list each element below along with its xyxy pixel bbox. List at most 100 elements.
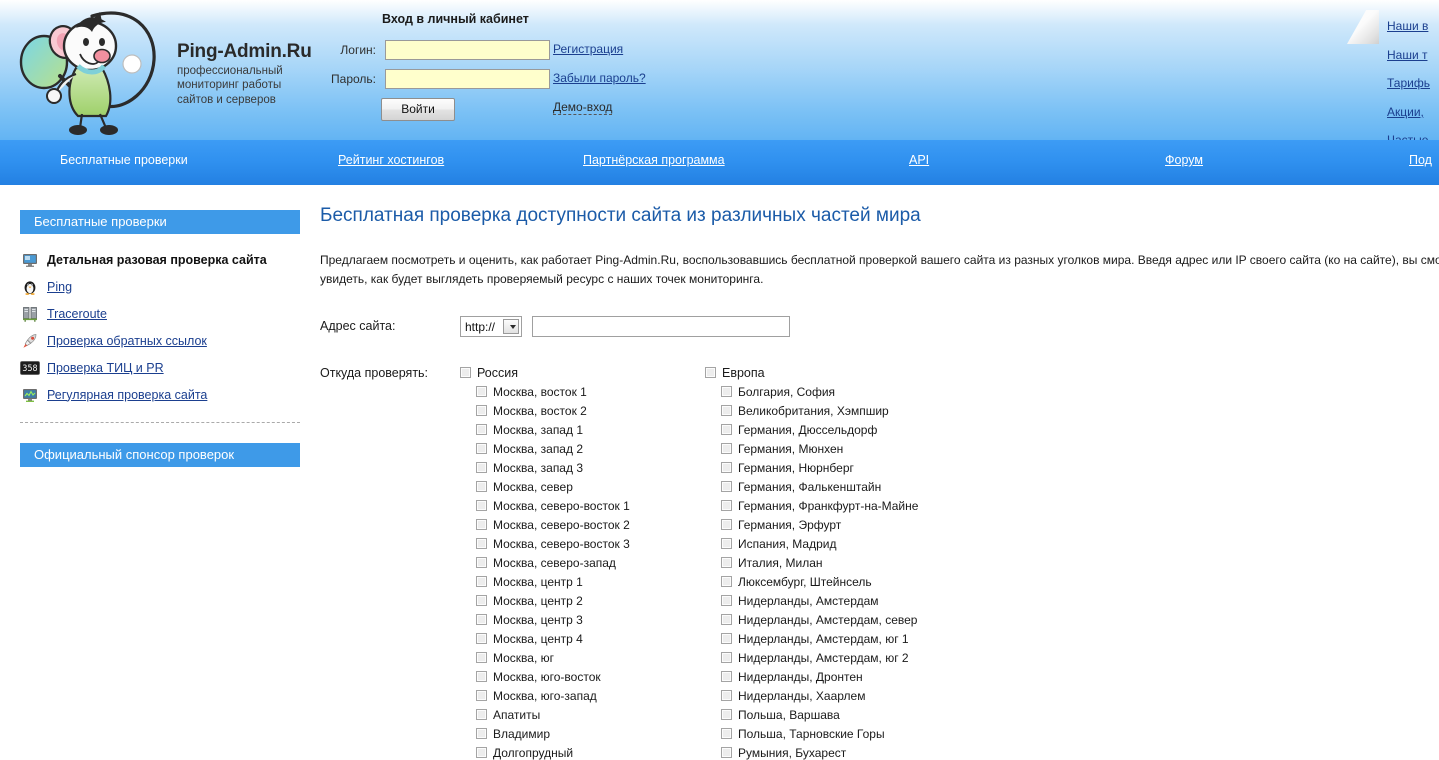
list-item[interactable]: Москва, юго-запад [476,686,705,705]
location-checkbox[interactable] [721,652,732,663]
nav-item-free-checks[interactable]: Бесплатные проверки [60,153,188,167]
sidebar-item-tic-pr[interactable]: 358 Проверка ТИЦ и PR [20,354,300,381]
demo-login-link[interactable]: Демо-вход [553,100,612,115]
list-item[interactable]: Германия, Эрфурт [721,515,1005,534]
location-checkbox[interactable] [476,709,487,720]
nav-item-forum[interactable]: Форум [1165,153,1203,167]
location-checkbox[interactable] [721,500,732,511]
list-item[interactable]: Германия, Фалькенштайн [721,477,1005,496]
list-item[interactable]: Италия, Милан [721,553,1005,572]
nav-label-forum[interactable]: Форум [1165,153,1203,167]
location-checkbox[interactable] [476,386,487,397]
location-checkbox[interactable] [721,633,732,644]
top-right-link-0[interactable]: Наши в [1387,12,1430,41]
sidebar-item-ping[interactable]: Ping [20,273,300,300]
list-item[interactable]: Румыния, Бухарест [721,743,1005,760]
location-checkbox[interactable] [721,424,732,435]
list-item[interactable]: Германия, Нюрнберг [721,458,1005,477]
location-checkbox[interactable] [721,557,732,568]
address-input[interactable] [532,316,790,337]
list-item[interactable]: Москва, запад 3 [476,458,705,477]
nav-item-hosting-rating[interactable]: Рейтинг хостингов [338,153,444,167]
nav-item-api[interactable]: API [909,153,929,167]
protocol-select[interactable]: http:// [460,316,522,337]
top-right-link-2[interactable]: Тарифь [1387,69,1430,98]
location-checkbox[interactable] [721,671,732,682]
sidebar-label-tic-pr[interactable]: Проверка ТИЦ и PR [47,361,164,375]
login-submit-button[interactable]: Войти [381,98,455,121]
list-item[interactable]: Москва, восток 2 [476,401,705,420]
list-item[interactable]: Москва, запад 1 [476,420,705,439]
list-item[interactable]: Москва, центр 4 [476,629,705,648]
list-item[interactable]: Нидерланды, Амстердам [721,591,1005,610]
list-item[interactable]: Москва, центр 3 [476,610,705,629]
list-item[interactable]: Болгария, София [721,382,1005,401]
list-item[interactable]: Нидерланды, Хаарлем [721,686,1005,705]
location-checkbox[interactable] [476,538,487,549]
list-item[interactable]: Москва, север [476,477,705,496]
list-item[interactable]: Москва, северо-восток 1 [476,496,705,515]
nav-label-connect[interactable]: Под [1409,153,1432,167]
list-item[interactable]: Москва, юг [476,648,705,667]
list-item[interactable]: Германия, Дюссельдорф [721,420,1005,439]
location-checkbox[interactable] [476,424,487,435]
location-checkbox[interactable] [721,595,732,606]
list-item[interactable]: Польша, Варшава [721,705,1005,724]
location-checkbox[interactable] [476,747,487,758]
list-item[interactable]: Польша, Тарновские Горы [721,724,1005,743]
sidebar-item-regular-check[interactable]: Регулярная проверка сайта [20,381,300,408]
list-item[interactable]: Москва, северо-запад [476,553,705,572]
location-checkbox[interactable] [721,386,732,397]
location-checkbox[interactable] [476,690,487,701]
location-checkbox[interactable] [476,443,487,454]
list-item[interactable]: Апатиты [476,705,705,724]
list-item[interactable]: Владимир [476,724,705,743]
location-checkbox[interactable] [476,595,487,606]
group-checkbox-europe[interactable] [705,367,716,378]
list-item[interactable]: Германия, Мюнхен [721,439,1005,458]
list-item[interactable]: Москва, северо-восток 2 [476,515,705,534]
sidebar-item-backlinks[interactable]: Проверка обратных ссылок [20,327,300,354]
sidebar-label-regular-check[interactable]: Регулярная проверка сайта [47,388,207,402]
list-item[interactable]: Нидерланды, Амстердам, юг 1 [721,629,1005,648]
location-checkbox[interactable] [476,405,487,416]
list-item[interactable]: Москва, запад 2 [476,439,705,458]
location-checkbox[interactable] [476,462,487,473]
nav-label-api[interactable]: API [909,153,929,167]
location-checkbox[interactable] [721,576,732,587]
location-checkbox[interactable] [476,633,487,644]
location-checkbox[interactable] [721,690,732,701]
list-item[interactable]: Москва, центр 1 [476,572,705,591]
location-checkbox[interactable] [721,747,732,758]
list-item[interactable]: Москва, юго-восток [476,667,705,686]
location-checkbox[interactable] [476,671,487,682]
group-header-europe[interactable]: Европа [705,363,1005,382]
location-checkbox[interactable] [721,443,732,454]
nav-label-partner-program[interactable]: Партнёрская программа [583,153,725,167]
location-checkbox[interactable] [476,728,487,739]
location-checkbox[interactable] [721,728,732,739]
login-input[interactable] [385,40,550,60]
list-item[interactable]: Нидерланды, Амстердам, север [721,610,1005,629]
sidebar-label-ping[interactable]: Ping [47,280,72,294]
location-checkbox[interactable] [476,557,487,568]
nav-item-connect[interactable]: Под [1409,153,1432,167]
nav-label-hosting-rating[interactable]: Рейтинг хостингов [338,153,444,167]
location-checkbox[interactable] [721,614,732,625]
top-right-link-1[interactable]: Наши т [1387,41,1430,70]
nav-item-partner-program[interactable]: Партнёрская программа [583,153,725,167]
group-header-russia[interactable]: Россия [460,363,705,382]
sidebar-item-traceroute[interactable]: Traceroute [20,300,300,327]
register-link[interactable]: Регистрация [553,42,623,56]
list-item[interactable]: Долгопрудный [476,743,705,760]
location-checkbox[interactable] [476,652,487,663]
forgot-password-link[interactable]: Забыли пароль? [553,71,646,85]
password-input[interactable] [385,69,550,89]
location-checkbox[interactable] [476,614,487,625]
sidebar-item-detailed-check[interactable]: Детальная разовая проверка сайта [20,246,300,273]
list-item[interactable]: Германия, Франкфурт-на-Майне [721,496,1005,515]
location-checkbox[interactable] [476,481,487,492]
list-item[interactable]: Москва, северо-восток 3 [476,534,705,553]
list-item[interactable]: Великобритания, Хэмпшир [721,401,1005,420]
location-checkbox[interactable] [476,519,487,530]
